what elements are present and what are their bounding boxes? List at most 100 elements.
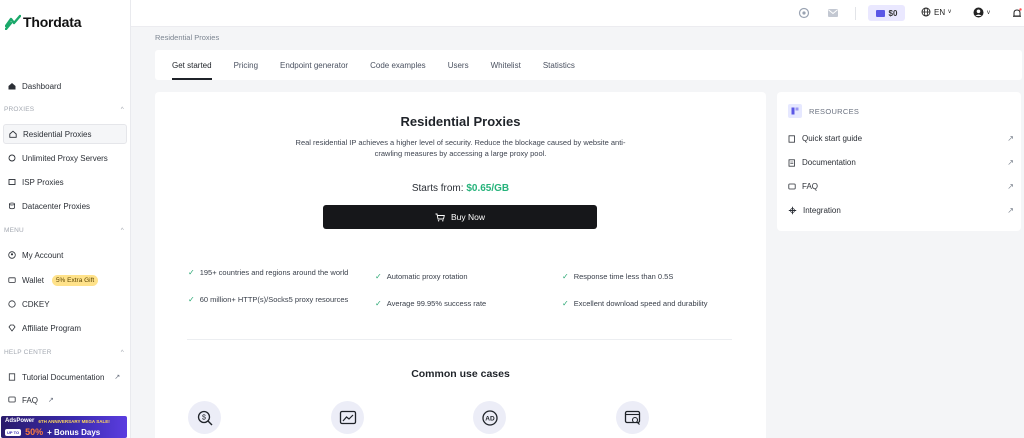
sidebar-item-my-account[interactable]: My Account (3, 245, 127, 265)
feature-text: 60 million+ HTTP(s)/Socks5 proxy resourc… (199, 295, 349, 304)
sidebar-item-datacenter-proxies[interactable]: Datacenter Proxies (3, 196, 127, 216)
external-link-icon: ↗ (1007, 182, 1014, 191)
check-icon: ✓ (375, 299, 382, 308)
database-icon (8, 202, 16, 210)
chevron-up-icon: ^ (120, 106, 124, 113)
user-menu[interactable]: v (973, 7, 990, 18)
tab-get-started[interactable]: Get started (172, 50, 212, 80)
balance-button[interactable]: $0 (868, 5, 905, 21)
server-icon (8, 178, 16, 186)
support-icon[interactable] (798, 7, 810, 19)
sidebar-item-label: CDKEY (22, 299, 50, 309)
section-proxies[interactable]: PROXIES ^ (4, 106, 124, 113)
page-title: Residential Proxies (400, 114, 521, 129)
sidebar-item-wallet[interactable]: Wallet 5% Extra Gift (3, 270, 127, 290)
resource-label: Integration (803, 206, 841, 215)
external-link-icon: ↗ (1007, 158, 1014, 167)
check-icon: ✓ (562, 272, 569, 281)
balance-value: $0 (888, 8, 898, 18)
feature-text: Average 99.95% success rate (386, 299, 487, 308)
section-menu[interactable]: MENU ^ (4, 227, 124, 234)
sidebar-item-isp-proxies[interactable]: ISP Proxies (3, 172, 127, 192)
user-circle-icon (8, 251, 16, 259)
tab-pricing[interactable]: Pricing (234, 50, 258, 80)
feature-text: 195+ countries and regions around the wo… (199, 268, 349, 277)
feature-item: ✓ 195+ countries and regions around the … (188, 268, 353, 277)
external-link-icon: ↗ (114, 374, 121, 381)
sidebar-item-dashboard[interactable]: Dashboard (3, 76, 127, 96)
ad-icon: AD (473, 401, 506, 434)
breadcrumb: Residential Proxies (155, 33, 220, 42)
logo-text: Thordata (23, 14, 82, 30)
external-link-icon: ↗ (1007, 206, 1014, 215)
tab-bar: Get started Pricing Endpoint generator C… (155, 50, 1022, 80)
tab-code-examples[interactable]: Code examples (370, 50, 426, 80)
starts-label: Starts from: (411, 183, 464, 194)
adspower-promo-banner[interactable]: AdsPower 6TH ANNIVERSARY MEGA SALE! UP T… (1, 416, 127, 438)
buy-now-button[interactable]: Buy Now (323, 205, 597, 229)
external-link-icon: ↗ (48, 397, 54, 404)
wallet-icon (8, 276, 16, 284)
section-label: MENU (4, 227, 24, 234)
promo-percent: 50% (25, 427, 44, 437)
language-selector[interactable]: EN v (921, 7, 951, 17)
sidebar-item-residential-proxies[interactable]: Residential Proxies (3, 124, 127, 144)
feature-item: ✓ Average 99.95% success rate (375, 299, 540, 308)
resources-title: RESOURCES (809, 106, 860, 116)
sidebar-item-label: Tutorial Documentation (22, 372, 105, 382)
user-avatar-icon (973, 7, 984, 18)
browser-search-icon (616, 401, 649, 434)
resource-faq[interactable]: FAQ ↗ (788, 182, 1014, 191)
sidebar-item-faq[interactable]: FAQ ↗ (3, 390, 127, 410)
sidebar-item-label: FAQ (22, 395, 39, 405)
check-icon: ✓ (375, 272, 382, 281)
sidebar-item-unlimited-proxy[interactable]: Unlimited Proxy Servers (3, 148, 127, 168)
sidebar-item-label: ISP Proxies (22, 177, 64, 187)
tab-statistics[interactable]: Statistics (543, 50, 575, 80)
sidebar-item-label: Datacenter Proxies (22, 201, 91, 211)
section-label: HELP CENTER (4, 349, 52, 356)
sidebar-item-label: Unlimited Proxy Servers (22, 153, 108, 163)
tab-users[interactable]: Users (448, 50, 469, 80)
sidebar-item-cdkey[interactable]: CDKEY (3, 294, 127, 314)
language-label: EN (934, 7, 946, 17)
image-chart-icon (331, 401, 364, 434)
logo[interactable]: Thordata (5, 14, 81, 30)
sidebar-item-affiliate[interactable]: Affiliate Program (3, 318, 127, 338)
feature-text: Response time less than 0.5S (573, 272, 674, 281)
credit-card-icon (875, 9, 885, 17)
resource-documentation[interactable]: Documentation ↗ (788, 158, 1014, 167)
chevron-up-icon: ^ (120, 227, 124, 234)
sidebar-item-label: Residential Proxies (23, 129, 92, 139)
sidebar-item-tutorial-docs[interactable]: Tutorial Documentation ↗ (3, 367, 127, 387)
feature-item: ✓ 60 million+ HTTP(s)/Socks5 proxy resou… (188, 295, 353, 304)
bell-icon[interactable] (1011, 7, 1023, 19)
chat-icon (8, 396, 16, 404)
resources-panel: RESOURCES Quick start guide ↗ Documentat… (777, 92, 1021, 231)
sidebar-item-label: My Account (22, 250, 64, 260)
feature-text: Automatic proxy rotation (386, 272, 468, 281)
chat-icon (788, 183, 796, 189)
top-bar: $0 EN v v (131, 0, 1024, 27)
svg-text:$: $ (202, 414, 206, 421)
key-icon (8, 300, 16, 308)
resource-quick-start[interactable]: Quick start guide ↗ (788, 134, 1014, 143)
section-help-center[interactable]: HELP CENTER ^ (4, 349, 124, 356)
mail-icon[interactable] (827, 7, 839, 19)
feature-item: ✓ Response time less than 0.5S (562, 272, 727, 281)
check-icon: ✓ (562, 299, 569, 308)
use-cases-title: Common use cases (411, 368, 510, 380)
tab-endpoint-generator[interactable]: Endpoint generator (280, 50, 348, 80)
sidebar: Thordata Dashboard PROXIES ^ Residential… (0, 0, 131, 438)
section-label: PROXIES (4, 106, 35, 113)
resource-integration[interactable]: Integration ↗ (788, 206, 1014, 215)
integration-icon (788, 206, 797, 215)
resource-label: Quick start guide (802, 134, 863, 143)
promo-upto: UP TO (5, 428, 22, 436)
wallet-gift-badge: 5% Extra Gift (51, 274, 99, 286)
buy-now-label: Buy Now (450, 212, 485, 222)
product-card: Residential Proxies Real residential IP … (155, 92, 766, 438)
topbar-divider (855, 7, 856, 20)
resource-label: FAQ (802, 182, 819, 191)
tab-whitelist[interactable]: Whitelist (491, 50, 521, 80)
